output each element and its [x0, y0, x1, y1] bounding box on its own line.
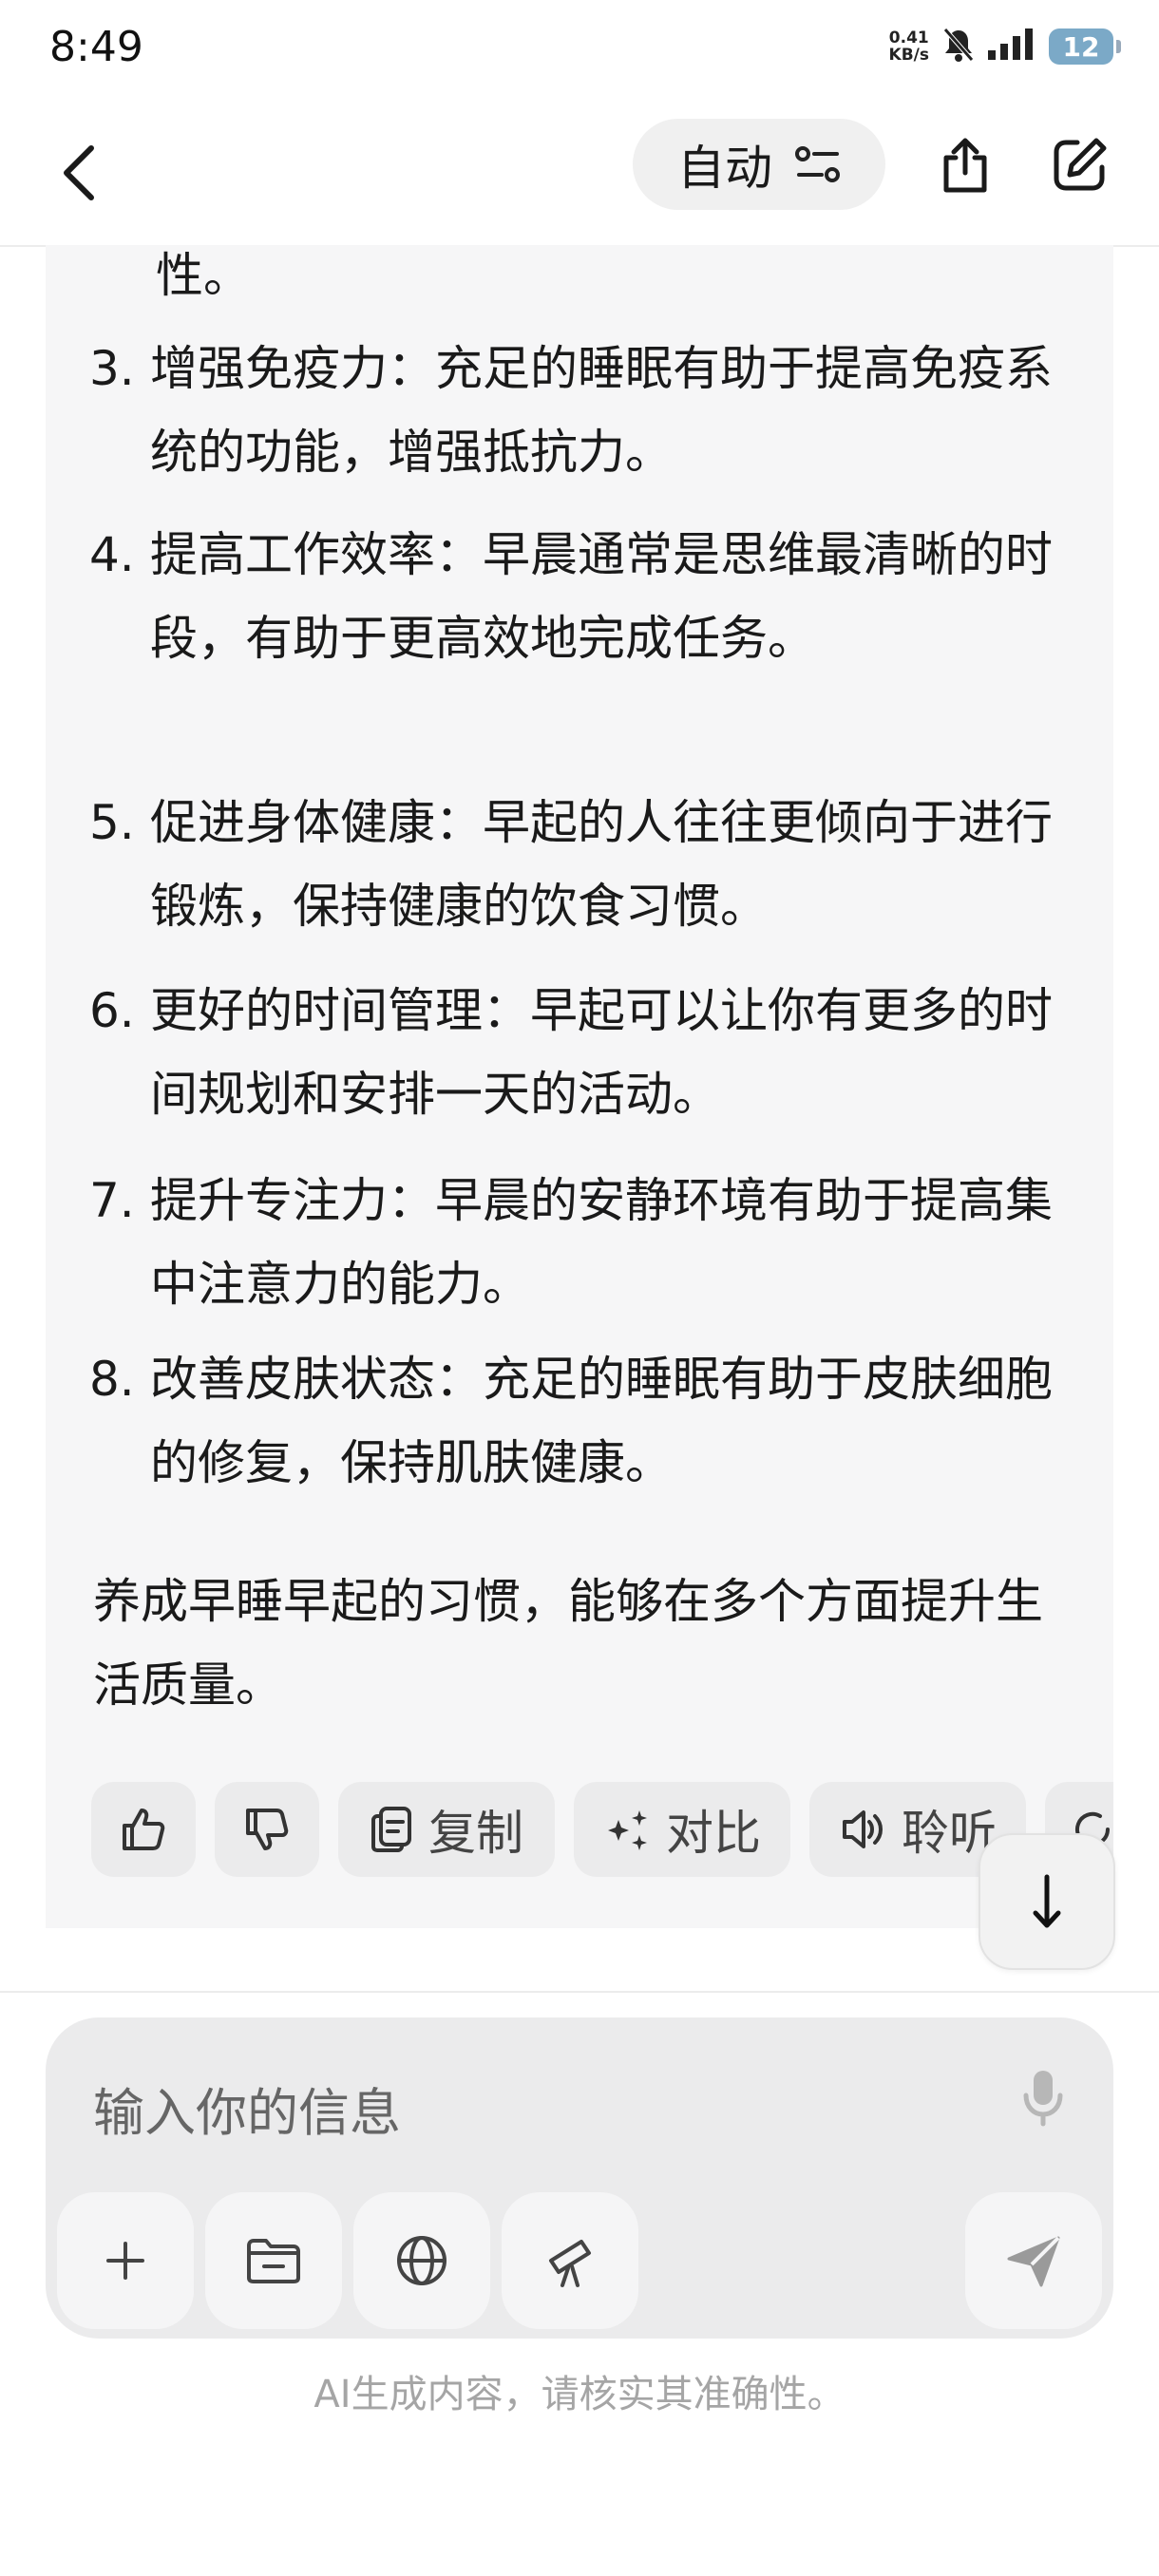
arrow-down-icon — [1033, 1874, 1061, 1928]
message-actions: 复制 对比 聆听 更 — [91, 1782, 1113, 1877]
sparkle-icon — [608, 1810, 647, 1850]
list-number: 5. — [89, 795, 135, 850]
send-icon — [1007, 2236, 1060, 2287]
file-button[interactable] — [205, 2192, 342, 2329]
list-text: 提升专注力：早晨的安静环境有助于提高集中注意力的能力。 — [150, 1173, 1053, 1312]
compare-button[interactable]: 对比 — [574, 1782, 790, 1877]
message-input[interactable]: 输入你的信息 — [93, 2071, 401, 2146]
web-search-button[interactable] — [353, 2192, 490, 2329]
thumbs-up-icon — [123, 1809, 165, 1850]
dislike-button[interactable] — [215, 1782, 319, 1877]
list-item: 4. 提高工作效率：早晨通常是思维最清晰的时段，有助于更高效地完成任务。 — [89, 513, 1096, 680]
list-number: 6. — [89, 983, 135, 1038]
edit-icon — [1054, 138, 1107, 191]
battery-icon: 12 — [1049, 28, 1121, 65]
mode-label: 自动 — [677, 141, 772, 196]
composer-divider — [0, 1991, 1159, 1993]
text-fragment: 性。 — [156, 248, 251, 303]
share-icon — [943, 138, 987, 193]
list-number: 8. — [89, 1352, 135, 1407]
speaker-icon — [843, 1810, 883, 1848]
globe-icon — [397, 2236, 446, 2285]
copy-label: 复制 — [428, 1806, 523, 1861]
plus-icon — [106, 2242, 144, 2280]
list-text: 增强免疫力：充足的睡眠有助于提高免疫系统的功能，增强抵抗力。 — [150, 341, 1053, 480]
signal-icon — [988, 28, 1036, 66]
net-speed-value: 0.41 — [888, 28, 929, 47]
new-chat-button[interactable] — [1041, 127, 1117, 203]
mute-bell-icon — [942, 27, 975, 66]
net-speed-unit: KB/s — [888, 46, 929, 65]
list-text: 改善皮肤状态：充足的睡眠有助于皮肤细胞的修复，保持肌肤健康。 — [150, 1352, 1053, 1490]
chevron-left-icon — [64, 145, 94, 200]
status-bar: 8:49 0.41 KB/s 12 — [0, 0, 1159, 104]
battery-level: 12 — [1062, 30, 1100, 63]
list-item: 7. 提升专注力：早晨的安静环境有助于提高集中注意力的能力。 — [89, 1159, 1096, 1326]
list-item: 6. 更好的时间管理：早起可以让你有更多的时间规划和安排一天的活动。 — [89, 969, 1096, 1136]
status-time: 8:49 — [49, 23, 143, 71]
list-number: 3. — [89, 341, 135, 396]
compare-label: 对比 — [666, 1806, 761, 1861]
list-item: 5. 促进身体健康：早起的人往往更倾向于进行锻炼，保持健康的饮食习惯。 — [89, 781, 1096, 948]
microphone-icon — [1023, 2071, 1063, 2127]
ai-disclaimer: AI生成内容，请核实其准确性。 — [314, 2373, 846, 2416]
mode-selector[interactable]: 自动 — [633, 119, 885, 210]
summary-paragraph: 养成早睡早起的习惯，能够在多个方面提升生活质量。 — [93, 1574, 1043, 1713]
list-item: 8. 改善皮肤状态：充足的睡眠有助于皮肤细胞的修复，保持肌肤健康。 — [89, 1337, 1096, 1505]
mode-switch-icon — [795, 146, 840, 182]
add-attachment-button[interactable] — [57, 2192, 194, 2329]
explore-button[interactable] — [502, 2192, 638, 2329]
assistant-message: 性。 3. 增强免疫力：充足的睡眠有助于提高免疫系统的功能，增强抵抗力。 4. … — [46, 245, 1113, 1928]
telescope-icon — [549, 2240, 591, 2287]
scroll-to-bottom-button[interactable] — [978, 1833, 1115, 1970]
message-composer: 输入你的信息 — [46, 2017, 1113, 2339]
net-speed: 0.41 KB/s — [889, 29, 929, 64]
status-icons: 0.41 KB/s 12 — [889, 27, 1121, 66]
back-button[interactable] — [57, 135, 114, 211]
copy-button[interactable]: 复制 — [338, 1782, 555, 1877]
top-nav-bar: 自动 — [0, 104, 1159, 247]
share-button[interactable] — [927, 127, 1003, 203]
voice-input-button[interactable] — [1016, 2067, 1070, 2131]
thumbs-down-icon — [246, 1809, 289, 1850]
list-text: 促进身体健康：早起的人往往更倾向于进行锻炼，保持健康的饮食习惯。 — [150, 795, 1053, 934]
list-item: 3. 增强免疫力：充足的睡眠有助于提高免疫系统的功能，增强抵抗力。 — [89, 327, 1096, 494]
like-button[interactable] — [91, 1782, 196, 1877]
list-text: 提高工作效率：早晨通常是思维最清晰的时段，有助于更高效地完成任务。 — [150, 527, 1053, 666]
send-button[interactable] — [965, 2192, 1102, 2329]
copy-icon — [371, 1807, 411, 1852]
list-number: 7. — [89, 1173, 135, 1228]
folder-icon — [247, 2239, 300, 2283]
list-number: 4. — [89, 527, 135, 582]
list-text: 更好的时间管理：早起可以让你有更多的时间规划和安排一天的活动。 — [150, 983, 1053, 1122]
